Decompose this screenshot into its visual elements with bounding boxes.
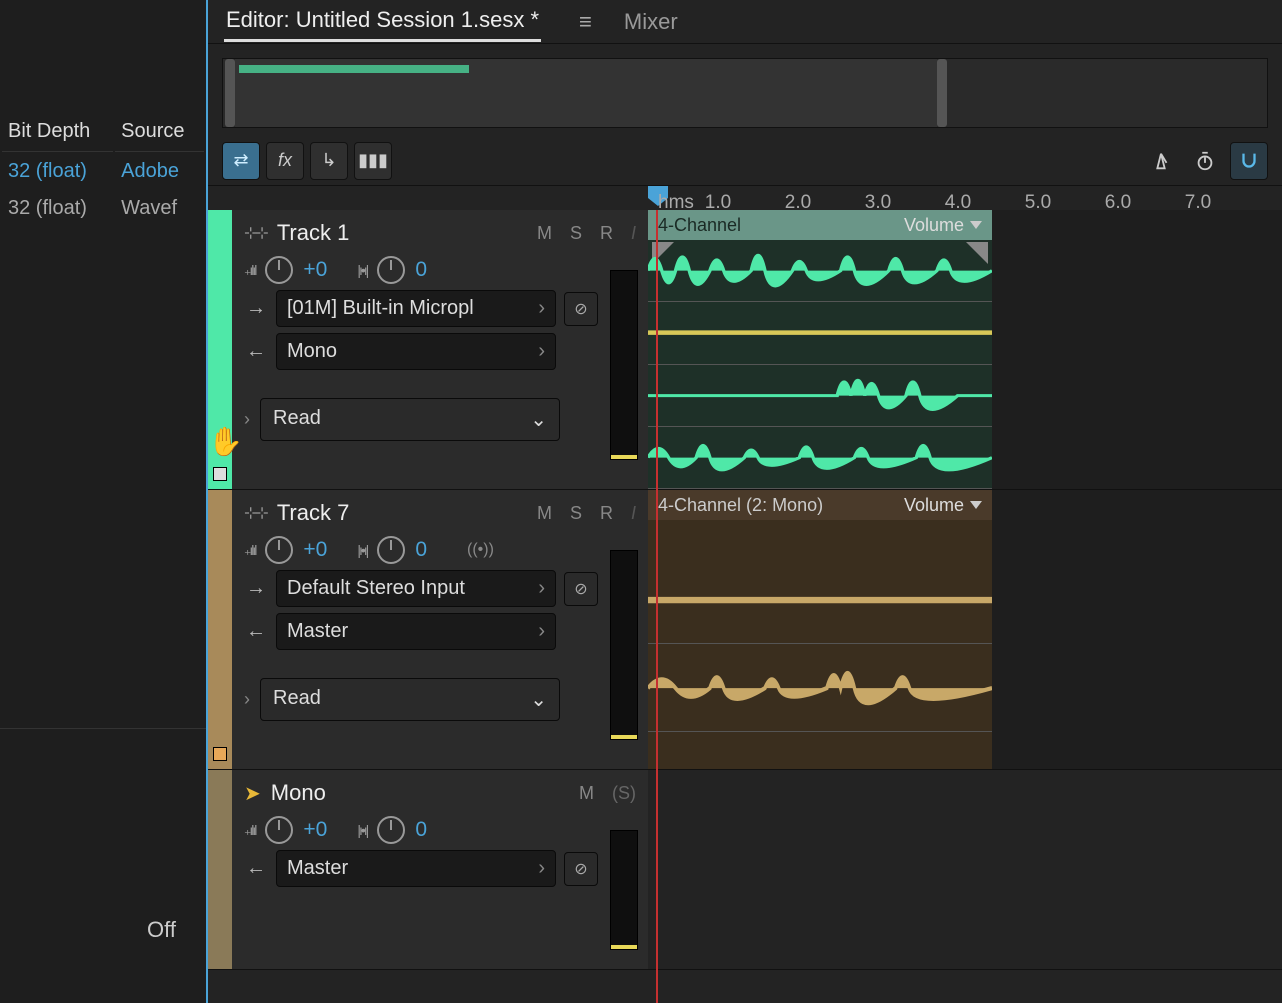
volume-knob[interactable] xyxy=(265,536,293,564)
solo-button[interactable]: S xyxy=(570,503,582,524)
snap-toggle-icon[interactable] xyxy=(1230,142,1268,180)
level-meter xyxy=(610,270,638,460)
eq-icon[interactable]: ▮▮▮ xyxy=(354,142,392,180)
volume-value[interactable]: +0 xyxy=(303,258,327,282)
zoom-handle-left[interactable] xyxy=(225,59,235,127)
pan-icon: |ı•ı| xyxy=(357,262,367,278)
volume-icon: ₊ılıl xyxy=(244,262,255,279)
output-select[interactable]: Mono› xyxy=(276,333,556,370)
pan-icon: |ı•ı| xyxy=(357,542,367,558)
metronome-icon[interactable] xyxy=(1142,142,1180,180)
hand-cursor-icon: ✋ xyxy=(208,425,243,458)
output-arrow-icon: ← xyxy=(244,857,268,880)
clip-volume-dropdown[interactable]: Volume xyxy=(904,215,982,236)
zoom-handle-right[interactable] xyxy=(937,59,947,127)
track-row: ⊹⊹ Track 1 M S R I ₊ılıl +0 |ı•ı| 0 xyxy=(208,210,1282,490)
arm-record-button[interactable]: R xyxy=(600,503,613,524)
bus-icon: ➤ xyxy=(244,781,261,806)
volume-icon: ₊ılıl xyxy=(244,542,255,559)
audio-clip[interactable]: 4-Channel (2: Mono) Volume xyxy=(648,490,992,769)
monitor-input-button[interactable]: I xyxy=(631,503,636,524)
pan-value[interactable]: 0 xyxy=(415,258,427,282)
input-select[interactable]: Default Stereo Input› xyxy=(276,570,556,607)
inputs-outputs-icon[interactable]: ⇄ xyxy=(222,142,260,180)
track-header: ➤ Mono M (S) ₊ılıl +0 |ı•ı| 0 ← xyxy=(232,770,648,969)
track-row: ➤ Mono M (S) ₊ılıl +0 |ı•ı| 0 ← xyxy=(208,770,1282,970)
mute-button[interactable]: M xyxy=(537,503,552,524)
solo-button[interactable]: S xyxy=(570,223,582,244)
volume-value[interactable]: +0 xyxy=(303,818,327,842)
clip-name: 4-Channel xyxy=(658,215,741,236)
clip-lane[interactable]: 4-Channel Volume xyxy=(648,210,1282,489)
broadcast-icon[interactable]: ((•)) xyxy=(467,541,494,559)
input-arrow-icon: → xyxy=(244,297,268,320)
track-color-bar[interactable] xyxy=(208,770,232,969)
file-row[interactable]: 32 (float) Wavef xyxy=(2,191,204,226)
track-color-swatch[interactable] xyxy=(213,747,227,761)
automation-mode-select[interactable]: Read⌄ xyxy=(260,678,560,721)
timer-icon[interactable] xyxy=(1186,142,1224,180)
col-source[interactable]: Source xyxy=(115,112,204,152)
level-meter xyxy=(610,830,638,950)
phase-invert-button[interactable]: ⊘ xyxy=(564,852,598,886)
monitor-input-button[interactable]: I xyxy=(631,223,636,244)
input-select[interactable]: [01M] Built-in Micropl› xyxy=(276,290,556,327)
col-bitdepth[interactable]: Bit Depth xyxy=(2,112,113,152)
output-select[interactable]: Master› xyxy=(276,613,556,650)
track-name[interactable]: Mono xyxy=(271,780,326,806)
tab-editor[interactable]: Editor: Untitled Session 1.sesx * xyxy=(224,1,541,42)
pan-value[interactable]: 0 xyxy=(415,818,427,842)
level-meter xyxy=(610,550,638,740)
solo-button[interactable]: (S) xyxy=(612,783,636,804)
tracks-container: ⊹⊹ Track 1 M S R I ₊ılıl +0 |ı•ı| 0 xyxy=(208,210,1282,1003)
pan-knob[interactable] xyxy=(377,816,405,844)
mute-button[interactable]: M xyxy=(579,783,594,804)
pan-knob[interactable] xyxy=(377,536,405,564)
pan-icon: |ı•ı| xyxy=(357,822,367,838)
automation-mode-select[interactable]: Read⌄ xyxy=(260,398,560,441)
pan-value[interactable]: 0 xyxy=(415,538,427,562)
track-toolbar: ⇄ fx ↳ ▮▮▮ xyxy=(208,136,1282,186)
phase-invert-button[interactable]: ⊘ xyxy=(564,572,598,606)
automation-expand-icon[interactable]: › xyxy=(244,409,250,430)
track-header: ⊹⊹ Track 1 M S R I ₊ılıl +0 |ı•ı| 0 xyxy=(232,210,648,489)
output-arrow-icon: ← xyxy=(244,620,268,643)
tab-mixer[interactable]: Mixer xyxy=(622,3,680,41)
clip-name: 4-Channel (2: Mono) xyxy=(658,495,823,516)
zoom-navigator[interactable] xyxy=(222,58,1268,128)
playhead-line[interactable] xyxy=(656,210,658,1003)
tab-bar: Editor: Untitled Session 1.sesx * ≡ Mixe… xyxy=(208,0,1282,44)
track-header: ⊹⊹ Track 7 M S R I ₊ılıl +0 |ı•ı| 0 xyxy=(232,490,648,769)
volume-knob[interactable] xyxy=(265,256,293,284)
track-name[interactable]: Track 7 xyxy=(277,500,350,526)
automation-expand-icon[interactable]: › xyxy=(244,689,250,710)
track-color-swatch[interactable] xyxy=(213,467,227,481)
track-row: ⊹⊹ Track 7 M S R I ₊ılıl +0 |ı•ı| 0 xyxy=(208,490,1282,770)
fx-icon[interactable]: fx xyxy=(266,142,304,180)
track-color-bar[interactable] xyxy=(208,490,232,769)
volume-knob[interactable] xyxy=(265,816,293,844)
panel-menu-icon[interactable]: ≡ xyxy=(579,9,592,35)
clip-volume-dropdown[interactable]: Volume xyxy=(904,495,982,516)
sends-icon[interactable]: ↳ xyxy=(310,142,348,180)
editor-panel: Editor: Untitled Session 1.sesx * ≡ Mixe… xyxy=(208,0,1282,1003)
arm-record-button[interactable]: R xyxy=(600,223,613,244)
clip-lane[interactable] xyxy=(648,770,1282,969)
files-panel: Bit Depth Source 32 (float) Adobe 32 (fl… xyxy=(0,0,208,1003)
clip-lane[interactable]: 4-Channel (2: Mono) Volume xyxy=(648,490,1282,769)
phase-invert-button[interactable]: ⊘ xyxy=(564,292,598,326)
file-row[interactable]: 32 (float) Adobe xyxy=(2,154,204,189)
snap-off-label: Off xyxy=(147,917,176,943)
stereo-icon: ⊹⊹ xyxy=(244,223,267,243)
stereo-icon: ⊹⊹ xyxy=(244,503,267,523)
output-select[interactable]: Master› xyxy=(276,850,556,887)
input-arrow-icon: → xyxy=(244,577,268,600)
volume-value[interactable]: +0 xyxy=(303,538,327,562)
pan-knob[interactable] xyxy=(377,256,405,284)
volume-icon: ₊ılıl xyxy=(244,822,255,839)
track-name[interactable]: Track 1 xyxy=(277,220,350,246)
output-arrow-icon: ← xyxy=(244,340,268,363)
audio-clip[interactable]: 4-Channel Volume xyxy=(648,210,992,489)
mute-button[interactable]: M xyxy=(537,223,552,244)
